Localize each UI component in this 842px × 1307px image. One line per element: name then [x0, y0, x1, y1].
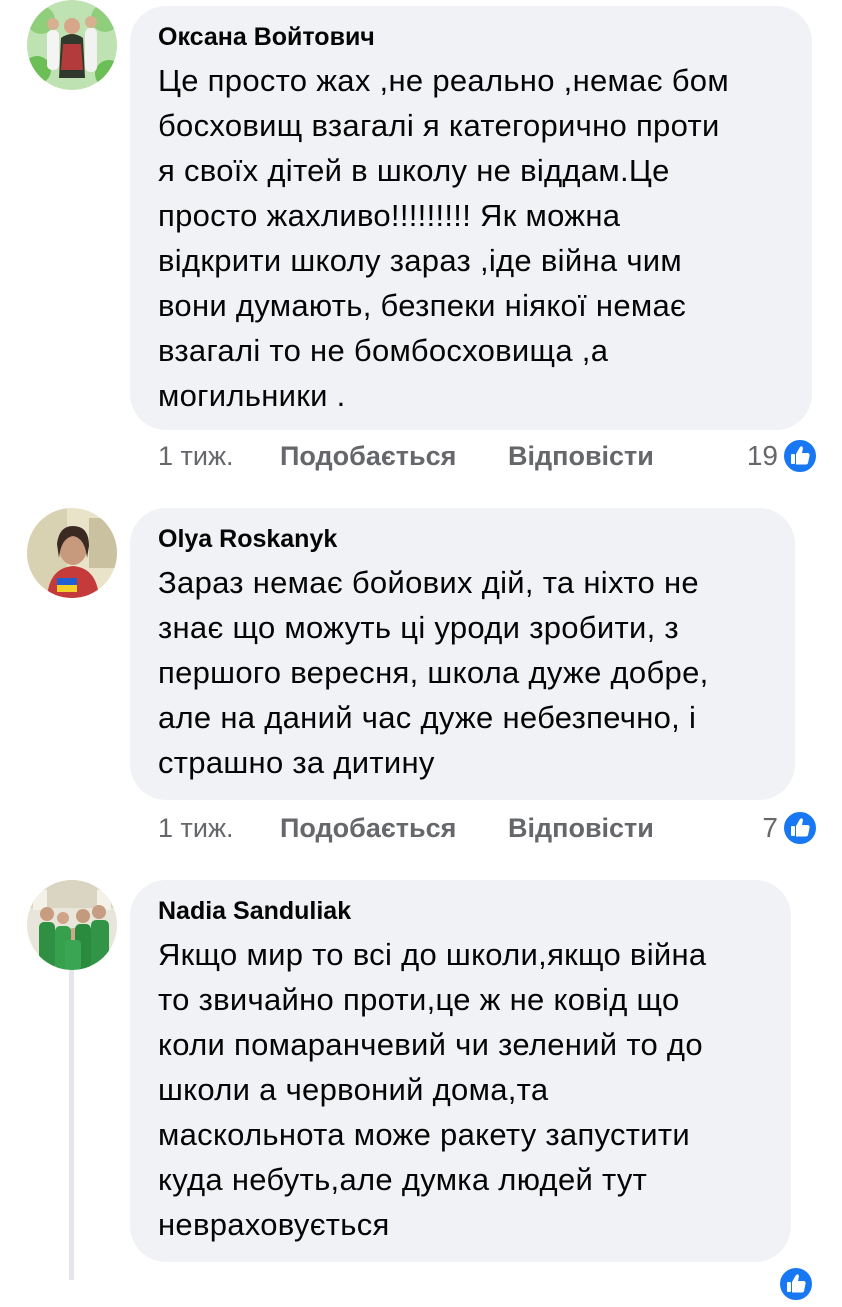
like-button[interactable]: Подобається — [280, 441, 456, 472]
comment-bubble: Olya Roskanyk Зараз немає бойових дій, т… — [130, 508, 795, 800]
reaction-count: 19 — [746, 440, 778, 471]
like-icon — [782, 810, 818, 846]
reaction-count: 7 — [762, 812, 778, 843]
comment-bubble: Nadia Sanduliak Якщо мир то всі до школи… — [130, 880, 791, 1262]
like-icon — [778, 1266, 814, 1302]
comment-bubble: Оксана Войтович Це просто жах ,не реальн… — [130, 6, 812, 430]
like-icon — [782, 438, 818, 474]
comment-actions: 1 тиж. Подобається Відповісти 7 — [158, 809, 818, 849]
avatar[interactable] — [27, 0, 117, 90]
like-button[interactable]: Подобається — [280, 813, 456, 844]
comment-text: Якщо мир то всі до школи,якщо війна то з… — [158, 937, 707, 1242]
reaction-summary[interactable]: 7 — [762, 809, 818, 847]
comment-text: Зараз немає бойових дій, та ніхто не зна… — [158, 565, 709, 780]
comment-author[interactable]: Nadia Sanduliak — [158, 894, 765, 928]
reply-button[interactable]: Відповісти — [508, 813, 654, 844]
comment-timestamp[interactable]: 1 тиж. — [158, 441, 234, 472]
comment-author[interactable]: Оксана Войтович — [158, 20, 786, 54]
reply-button[interactable]: Відповісти — [508, 441, 654, 472]
avatar[interactable] — [27, 880, 117, 970]
comment-actions: 1 тиж. Подобається Відповісти 19 — [158, 437, 818, 477]
comment-author[interactable]: Olya Roskanyk — [158, 522, 769, 556]
reply-thread-line — [69, 970, 74, 1280]
reaction-summary[interactable]: 19 — [747, 437, 818, 475]
comment-timestamp[interactable]: 1 тиж. — [158, 813, 234, 844]
avatar[interactable] — [27, 508, 117, 598]
comment-text: Це просто жах ,не реально ,немає бом бос… — [158, 63, 729, 413]
